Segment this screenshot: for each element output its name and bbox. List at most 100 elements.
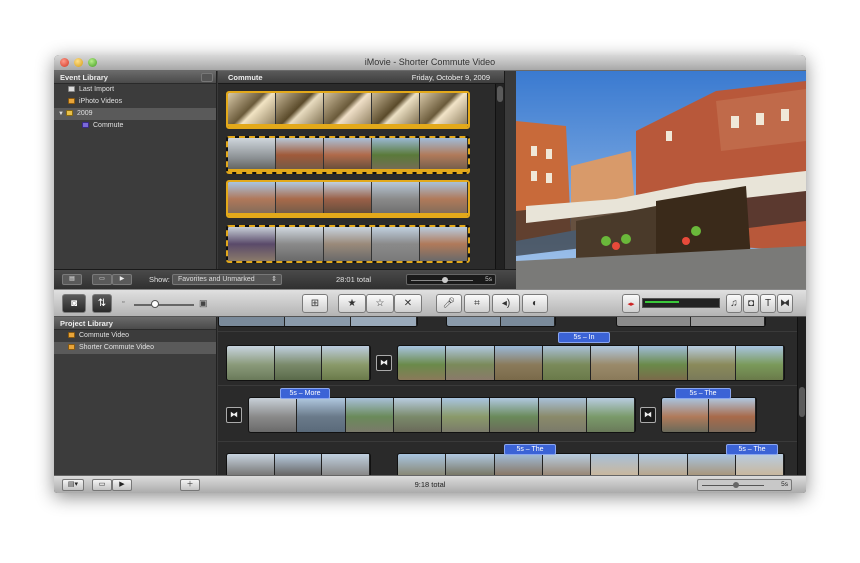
crop-button[interactable]: ⌗ bbox=[464, 294, 490, 313]
title-bar: iMovie - Shorter Commute Video bbox=[54, 55, 806, 71]
color-adjust-icon: ◐ bbox=[531, 298, 539, 309]
large-frames-icon: ▣ bbox=[199, 298, 208, 308]
scrollbar-thumb[interactable] bbox=[497, 86, 503, 102]
slider-knob[interactable] bbox=[442, 277, 449, 283]
titles-browser-button[interactable]: T bbox=[760, 294, 776, 313]
crop-icon: ⌗ bbox=[474, 298, 480, 309]
play-full-screen-button[interactable]: ▭ bbox=[92, 274, 112, 285]
window-title: iMovie - Shorter Commute Video bbox=[364, 57, 496, 67]
clip-thumbnail bbox=[228, 227, 276, 261]
add-to-project-button[interactable]: ⊞ bbox=[302, 294, 328, 313]
clip-thumbnail bbox=[687, 454, 736, 475]
clip-thumbnail bbox=[687, 346, 736, 380]
clip-thumbnail bbox=[324, 182, 372, 216]
title-marker[interactable]: 5s – The bbox=[504, 444, 556, 455]
title-marker-label: 5s – The bbox=[689, 390, 717, 397]
add-clip-icon: ⊞ bbox=[310, 298, 320, 309]
play-button[interactable]: ▶ bbox=[112, 274, 132, 285]
clip-thumbnail bbox=[249, 398, 298, 432]
project-item-commute-video[interactable]: Commute Video bbox=[54, 330, 216, 342]
event-browser-header: Commute Friday, October 9, 2009 bbox=[218, 71, 504, 84]
project-clip[interactable] bbox=[248, 397, 636, 433]
clip-thumbnail bbox=[447, 317, 501, 326]
clip-thumbnail bbox=[442, 398, 491, 432]
imovie-window: iMovie - Shorter Commute Video Event Lib… bbox=[54, 55, 806, 493]
sidebar-item-iphoto-videos[interactable]: iPhoto Videos bbox=[54, 96, 216, 108]
project-item-label: Shorter Commute Video bbox=[79, 344, 154, 351]
event-filmstrip[interactable] bbox=[226, 180, 470, 218]
selection-bar bbox=[228, 124, 468, 127]
unmark-button[interactable]: ☆ bbox=[366, 294, 394, 313]
clip-thumbnail bbox=[494, 346, 543, 380]
transition-icon: ⧓ bbox=[230, 410, 238, 419]
event-filmstrip[interactable] bbox=[226, 91, 470, 129]
project-clip[interactable] bbox=[226, 453, 371, 475]
reject-x-icon: ✕ bbox=[403, 298, 413, 309]
project-clip[interactable] bbox=[661, 397, 757, 433]
slider-knob[interactable] bbox=[733, 482, 740, 488]
project-clip[interactable] bbox=[226, 345, 371, 381]
title-marker[interactable]: 5s – The bbox=[675, 388, 731, 399]
star-filled-icon: ★ bbox=[347, 298, 357, 309]
project-clip[interactable] bbox=[397, 345, 785, 381]
camera-import-button[interactable]: ◙ bbox=[62, 294, 86, 313]
clip-thumbnail bbox=[285, 317, 351, 326]
event-browser-scrollbar[interactable] bbox=[495, 84, 504, 269]
video-viewer[interactable] bbox=[516, 71, 806, 289]
sidebar-item-label: Last Import bbox=[79, 86, 115, 93]
show-filter-value: Favorites and Unmarked bbox=[178, 276, 255, 283]
project-clip[interactable] bbox=[218, 317, 418, 327]
title-marker[interactable]: 5s – The bbox=[726, 444, 778, 455]
clip-thumbnail bbox=[398, 454, 447, 475]
event-library-title: Event Library bbox=[60, 73, 108, 82]
transition-marker[interactable]: ⧓ bbox=[226, 407, 242, 423]
scrollbar-thumb[interactable] bbox=[799, 387, 805, 417]
event-zoom-slider[interactable]: 5s bbox=[406, 274, 496, 285]
slider-knob[interactable] bbox=[151, 300, 159, 308]
show-hide-events-button[interactable]: ▤ bbox=[62, 274, 82, 285]
transitions-browser-button[interactable]: ⧓ bbox=[777, 294, 793, 313]
audio-adjust-button[interactable]: ◂) bbox=[492, 294, 520, 313]
project-clip[interactable] bbox=[616, 317, 766, 327]
clip-thumbnail bbox=[420, 93, 468, 127]
clip-thumbnail bbox=[542, 454, 591, 475]
sidebar-item-label: iPhoto Videos bbox=[79, 98, 123, 105]
title-marker[interactable]: 5s – More bbox=[280, 388, 330, 399]
event-library-toggle-button[interactable] bbox=[201, 73, 213, 82]
voiceover-button[interactable]: 🎤︎ bbox=[436, 294, 462, 313]
project-clip[interactable] bbox=[446, 317, 556, 327]
project-clip[interactable] bbox=[397, 453, 785, 475]
event-filmstrip[interactable] bbox=[226, 136, 470, 174]
transition-marker[interactable]: ⧓ bbox=[640, 407, 656, 423]
sidebar-item-commute[interactable]: Commute bbox=[54, 120, 216, 132]
disclosure-triangle-icon[interactable]: ▼ bbox=[58, 111, 66, 117]
transition-marker[interactable]: ⧓ bbox=[376, 355, 392, 371]
photo-browser-button[interactable]: ◘ bbox=[743, 294, 759, 313]
swap-events-projects-button[interactable]: ⇅ bbox=[92, 294, 112, 313]
sidebar-item-2009[interactable]: ▼ 2009 bbox=[54, 108, 216, 120]
title-marker-label: 5s – In bbox=[573, 334, 595, 341]
event-filmstrip[interactable] bbox=[226, 225, 470, 263]
skimming-audio-button[interactable]: ◂▸ bbox=[622, 294, 640, 313]
clip-thumbnail bbox=[345, 398, 394, 432]
video-adjust-button[interactable]: ◐ bbox=[522, 294, 548, 313]
title-marker[interactable]: 5s – In bbox=[558, 332, 610, 343]
reject-button[interactable]: ✕ bbox=[394, 294, 422, 313]
project-storyboard[interactable]: ⧓ 5s – In ⧓ 5s – More ⧓ 5s – The 5s – Th… bbox=[218, 317, 806, 475]
show-filter-select[interactable]: Favorites and Unmarked ⇕ bbox=[172, 274, 282, 285]
project-scrollbar[interactable] bbox=[797, 317, 806, 475]
sidebar-item-last-import[interactable]: Last Import bbox=[54, 84, 216, 96]
music-browser-button[interactable]: ♫ bbox=[726, 294, 742, 313]
project-item-shorter-commute-video[interactable]: Shorter Commute Video bbox=[54, 342, 216, 354]
clip-thumbnail bbox=[617, 317, 691, 326]
clip-thumbnail bbox=[322, 346, 370, 380]
project-zoom-slider[interactable]: 5s bbox=[697, 479, 792, 491]
clip-thumbnail bbox=[542, 346, 591, 380]
event-icon bbox=[82, 122, 89, 129]
clip-thumbnail bbox=[420, 182, 468, 216]
clip-thumbnail bbox=[735, 346, 784, 380]
film-icon bbox=[68, 86, 75, 93]
thumbnail-size-slider[interactable] bbox=[134, 304, 194, 306]
project-library-title: Project Library bbox=[60, 319, 113, 328]
mark-favorite-button[interactable]: ★ bbox=[338, 294, 366, 313]
